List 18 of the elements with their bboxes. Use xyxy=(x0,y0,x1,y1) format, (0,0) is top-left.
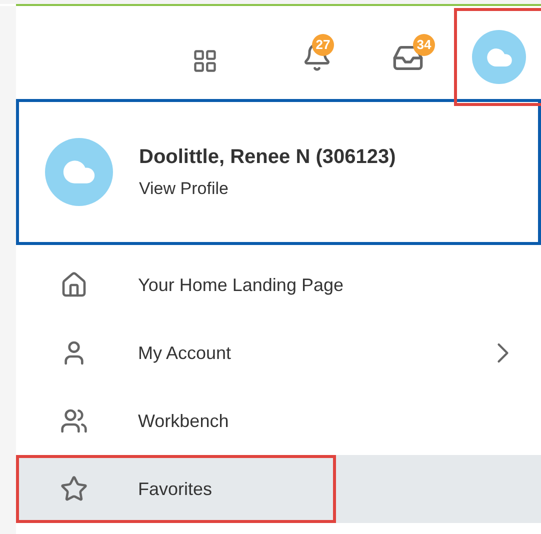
view-profile-link[interactable]: View Profile xyxy=(139,176,396,202)
inbox-badge: 34 xyxy=(413,34,435,56)
menu-label: Favorites xyxy=(138,478,212,500)
menu-label: Workbench xyxy=(138,410,229,432)
people-icon xyxy=(60,407,88,435)
profile-name: Doolittle, Renee N (306123) xyxy=(139,145,396,170)
menu-label: Your Home Landing Page xyxy=(138,274,344,297)
menu-item[interactable]: Workbench xyxy=(16,387,541,455)
menu-label: My Account xyxy=(138,342,232,365)
menu-item[interactable]: Your Home Landing Page xyxy=(16,251,541,319)
menu-item[interactable]: Favorites xyxy=(16,455,541,523)
avatar-button[interactable] xyxy=(454,8,541,106)
profile-card[interactable]: Doolittle, Renee N (306123) View Profile xyxy=(16,99,541,245)
star-icon xyxy=(60,475,88,503)
home-icon xyxy=(60,271,88,299)
notification-badge: 27 xyxy=(312,34,334,56)
grid-icon xyxy=(192,48,218,74)
menu-item[interactable]: My Account xyxy=(16,319,541,387)
